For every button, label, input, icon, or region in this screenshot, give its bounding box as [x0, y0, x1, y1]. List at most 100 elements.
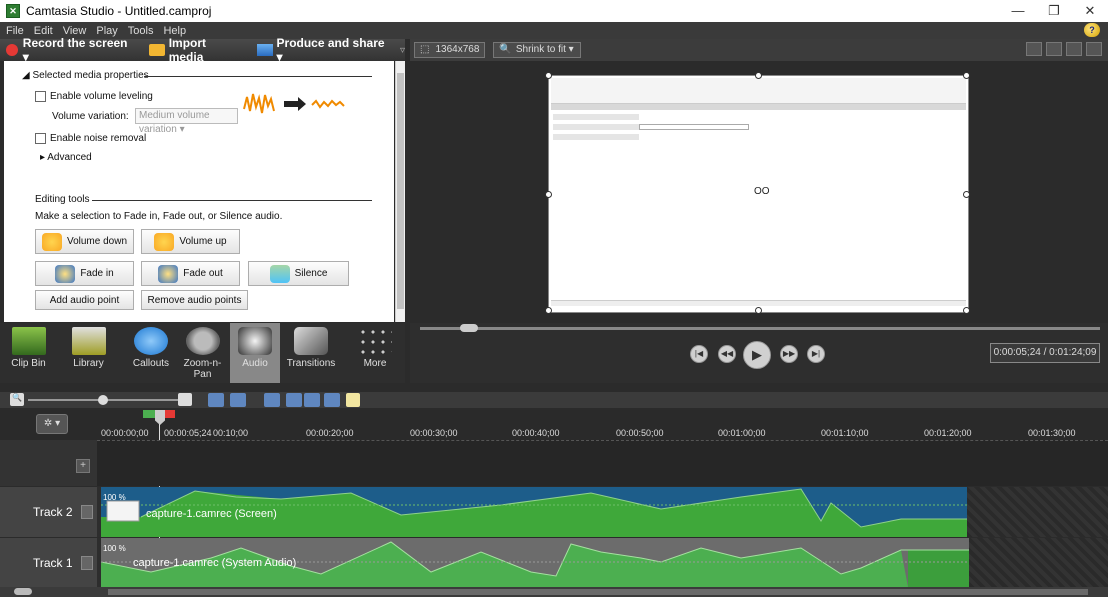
fast-forward-icon[interactable]: ▶▶	[780, 345, 798, 363]
import-media-button[interactable]: Import media	[148, 36, 243, 64]
help-icon[interactable]: ?	[1084, 23, 1100, 37]
detach-icon[interactable]	[1086, 42, 1102, 56]
split-icon[interactable]	[286, 393, 302, 407]
redo-icon[interactable]	[230, 393, 246, 407]
preview-scrub-bar[interactable]	[420, 327, 1100, 330]
resize-handle[interactable]	[963, 307, 970, 314]
menu-edit[interactable]: Edit	[34, 25, 53, 37]
noise-removal-checkbox[interactable]: Enable noise removal	[35, 133, 146, 144]
ruler-tick: 00:00:00;00	[101, 428, 149, 438]
preview-toolbar: ⬚ 1364x768 🔍 Shrink to fit ▾	[410, 39, 1108, 61]
dimensions-button[interactable]: ⬚ 1364x768	[414, 42, 486, 58]
toolbar-overflow-icon[interactable]: ▿	[400, 45, 405, 56]
audio-properties-panel: ◢ Selected media properties Enable volum…	[4, 61, 394, 322]
marker-icon[interactable]	[346, 393, 360, 407]
resize-handle[interactable]	[545, 191, 552, 198]
fullscreen-icon[interactable]	[1066, 42, 1082, 56]
resize-handle[interactable]	[545, 307, 552, 314]
tab-callouts[interactable]: Callouts	[125, 323, 177, 383]
task-tabs: Clip Bin Library Callouts Zoom-n- Pan Au…	[0, 323, 405, 383]
silence-button[interactable]: Silence	[248, 261, 349, 286]
track-height-thumb[interactable]	[14, 588, 32, 595]
captured-window-field	[553, 124, 639, 130]
add-track-icon[interactable]: +	[76, 459, 90, 473]
scrub-thumb[interactable]	[460, 324, 478, 332]
empty-track-area[interactable]	[97, 440, 1108, 486]
volume-variation-select[interactable]: Medium volume variation ▾	[135, 108, 238, 135]
paste-icon[interactable]	[324, 393, 340, 407]
zoom-in-icon[interactable]	[178, 393, 192, 406]
track-header-2[interactable]: Track 2	[0, 487, 97, 537]
ruler-tick: 00:01:00;00	[718, 428, 766, 438]
zoom-icon	[185, 327, 220, 355]
menu-play[interactable]: Play	[96, 25, 117, 37]
tab-transitions[interactable]: Transitions	[282, 323, 340, 383]
resize-handle[interactable]	[963, 191, 970, 198]
record-screen-button[interactable]: Record the screen ▾	[6, 36, 135, 64]
tab-clip-bin[interactable]: Clip Bin	[0, 323, 57, 383]
record-icon	[6, 44, 18, 56]
folder-icon	[148, 44, 165, 56]
timeline-toolbar: 🔍	[0, 392, 1108, 408]
zoom-slider-thumb[interactable]	[98, 395, 108, 405]
scrollbar-thumb[interactable]	[397, 73, 404, 309]
volume-up-icon	[154, 232, 175, 251]
resize-handle[interactable]	[963, 72, 970, 79]
tab-more[interactable]: More	[350, 323, 400, 383]
produce-share-button[interactable]: Produce and share ▾	[256, 36, 392, 64]
add-audio-point-button[interactable]: Add audio point	[35, 290, 134, 310]
minimize-button[interactable]: —	[1000, 0, 1036, 22]
tab-zoom-n-pan[interactable]: Zoom-n- Pan	[180, 323, 225, 383]
fade-out-icon	[158, 264, 179, 283]
tab-label: Audio	[242, 358, 268, 369]
cut-icon[interactable]	[264, 393, 280, 407]
menu-help[interactable]: Help	[163, 25, 186, 37]
menu-view[interactable]: View	[63, 25, 87, 37]
pan-icon[interactable]	[1046, 42, 1062, 56]
volume-leveling-label: Enable volume leveling	[50, 91, 153, 102]
volume-down-button[interactable]: Volume down	[35, 229, 134, 254]
volume-leveling-illustration-icon	[243, 93, 345, 114]
checkbox-box[interactable]	[35, 91, 46, 102]
lock-icon[interactable]	[80, 505, 93, 519]
volume-up-button[interactable]: Volume up	[141, 229, 240, 254]
section-media-title: ◢ Selected media properties	[22, 70, 149, 81]
fade-out-button[interactable]: Fade out	[141, 261, 240, 286]
lock-icon[interactable]	[80, 555, 93, 570]
captured-window-statusbar	[551, 300, 966, 306]
window-title: Camtasia Studio - Untitled.camproj	[26, 4, 212, 18]
restore-button[interactable]: ❐	[1036, 0, 1072, 22]
copy-icon[interactable]	[304, 393, 320, 407]
resize-handle[interactable]	[755, 72, 762, 79]
play-icon[interactable]: ▶	[743, 341, 771, 369]
rewind-icon[interactable]: ◀◀	[718, 345, 736, 363]
fade-in-label: Fade in	[80, 268, 114, 279]
crop-icon[interactable]	[1026, 42, 1042, 56]
resize-handle[interactable]	[755, 307, 762, 314]
tab-label: More	[363, 358, 387, 369]
undo-icon[interactable]	[208, 393, 224, 407]
timeline-scroll-thumb[interactable]	[108, 589, 1088, 595]
menu-tools[interactable]: Tools	[128, 25, 154, 37]
resize-handle[interactable]	[545, 72, 552, 79]
track-header-1[interactable]: Track 1	[0, 538, 97, 587]
zoom-select[interactable]: 🔍 Shrink to fit ▾	[493, 42, 582, 58]
close-button[interactable]: ✕	[1072, 0, 1108, 22]
volume-up-label: Volume up	[179, 236, 227, 247]
previous-clip-icon[interactable]: |◀	[690, 345, 708, 363]
volume-leveling-checkbox[interactable]: Enable volume leveling	[35, 91, 153, 102]
tab-library[interactable]: Library	[60, 323, 117, 383]
timeline-settings-gear-icon[interactable]: ✲ ▾	[36, 414, 68, 434]
menu-file[interactable]: File	[6, 25, 24, 37]
fade-in-button[interactable]: Fade in	[35, 261, 134, 286]
properties-scrollbar[interactable]	[395, 61, 405, 322]
tab-audio[interactable]: Audio	[230, 323, 280, 383]
checkbox-box[interactable]	[35, 133, 46, 144]
next-clip-icon[interactable]: ▶|	[807, 345, 825, 363]
zoom-out-icon[interactable]: 🔍	[10, 393, 24, 406]
preview-canvas[interactable]: OO	[545, 72, 970, 314]
remove-audio-points-button[interactable]: Remove audio points	[141, 290, 248, 310]
fade-in-icon	[55, 264, 76, 283]
advanced-expander[interactable]: ▸ Advanced	[40, 152, 92, 163]
share-icon	[256, 44, 273, 56]
